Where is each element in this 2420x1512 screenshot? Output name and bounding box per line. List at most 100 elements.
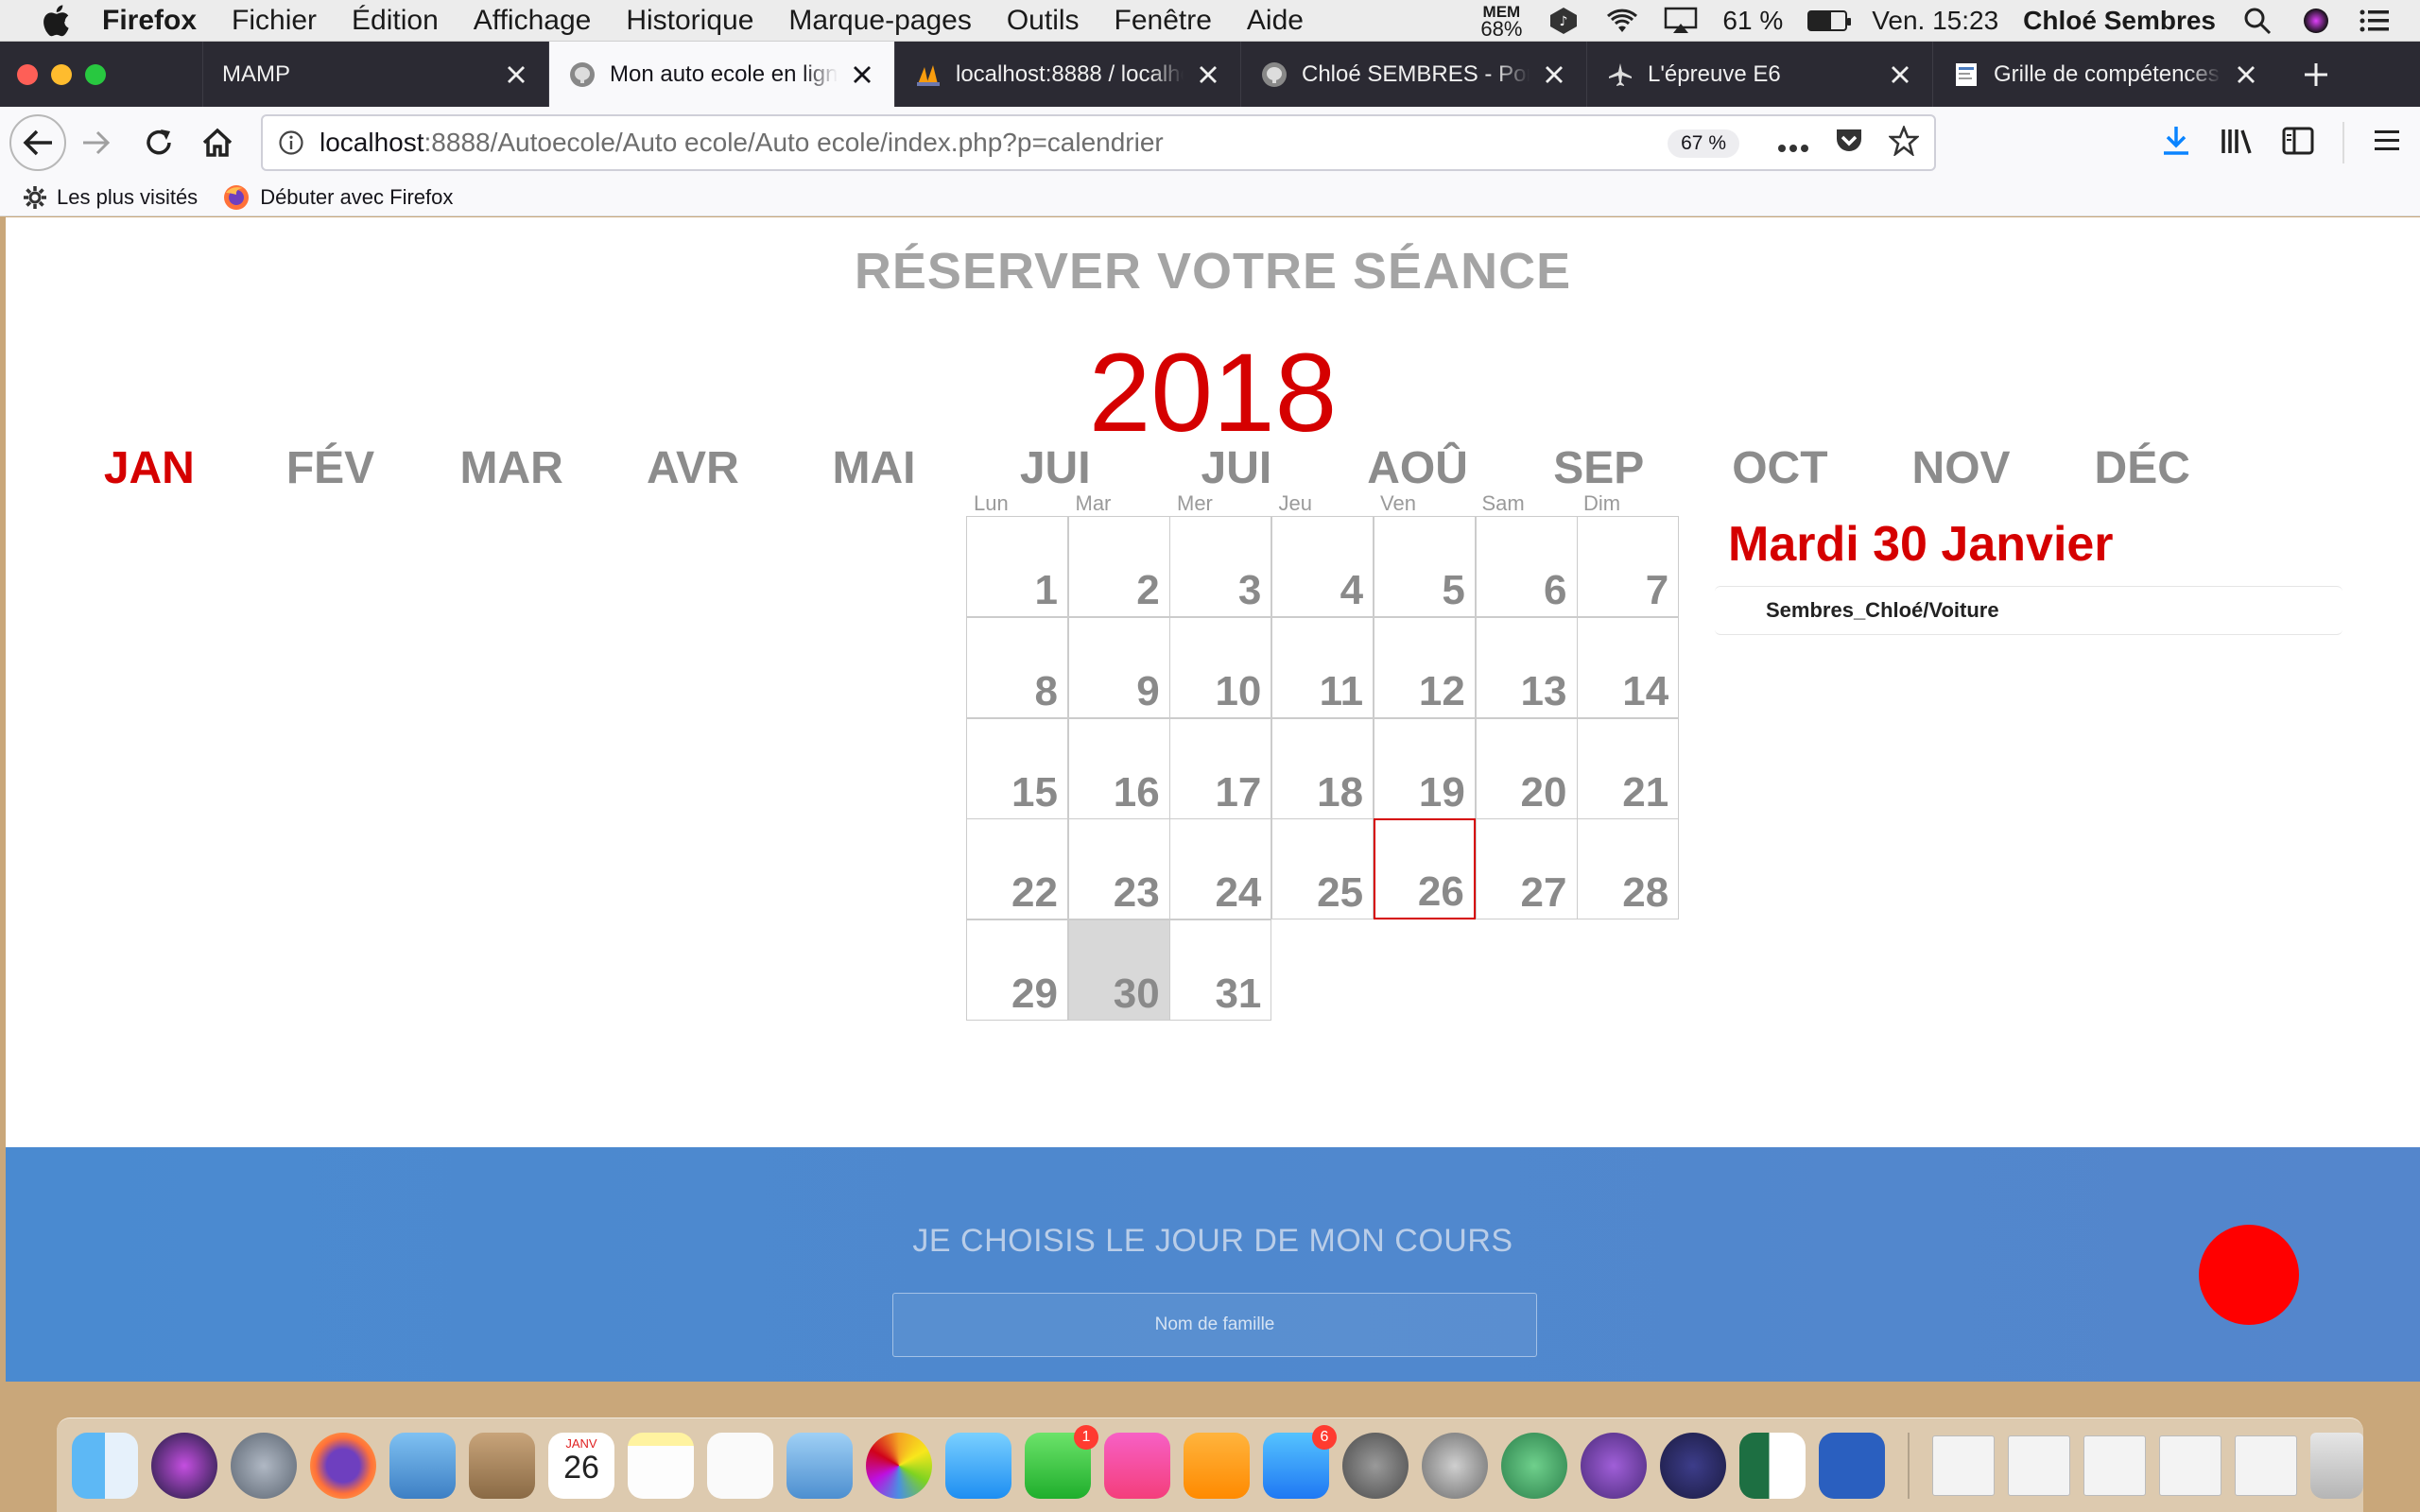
notification-center-icon[interactable] bbox=[2358, 7, 2392, 35]
downloads-icon[interactable] bbox=[2161, 125, 2191, 162]
reservation-list-item[interactable]: Sembres_Chloé/Voiture bbox=[1715, 586, 2342, 635]
reminders-icon[interactable] bbox=[707, 1432, 773, 1499]
menu-aide[interactable]: Aide bbox=[1247, 5, 1304, 37]
clock[interactable]: Ven. 15:23 bbox=[1872, 6, 1998, 36]
bookmark-star-icon[interactable] bbox=[1887, 124, 1921, 163]
bookmark-debuter-avec-firefox[interactable]: Débuter avec Firefox bbox=[222, 183, 453, 212]
mail-icon[interactable] bbox=[389, 1432, 456, 1499]
contacts-icon[interactable] bbox=[469, 1432, 535, 1499]
calendar-day[interactable]: 13 bbox=[1475, 616, 1578, 718]
month-9[interactable]: SEP bbox=[1508, 442, 1689, 494]
month-7[interactable]: JUI bbox=[1146, 442, 1327, 494]
calendar-day[interactable]: 8 bbox=[966, 616, 1068, 718]
recent-document-thumbnail[interactable] bbox=[2158, 1435, 2221, 1496]
finder-icon[interactable] bbox=[72, 1432, 138, 1499]
month-10[interactable]: OCT bbox=[1689, 442, 1871, 494]
launchpad-icon[interactable] bbox=[231, 1432, 297, 1499]
close-tab-icon[interactable] bbox=[1887, 61, 1913, 88]
siri-icon[interactable] bbox=[2299, 7, 2333, 35]
calendar-day[interactable]: 23 bbox=[1067, 818, 1170, 920]
menu-historique[interactable]: Historique bbox=[626, 5, 753, 37]
calendar-day[interactable]: 16 bbox=[1067, 717, 1170, 819]
facetime-icon[interactable]: 1 bbox=[1025, 1424, 1098, 1499]
calendar-year[interactable]: 2018 bbox=[6, 329, 2420, 457]
trash-icon[interactable] bbox=[2310, 1432, 2363, 1499]
dropbox-icon[interactable]: ♪ bbox=[1547, 7, 1581, 35]
new-tab-button[interactable] bbox=[2278, 42, 2354, 107]
close-tab-icon[interactable] bbox=[849, 61, 875, 88]
pocket-icon[interactable] bbox=[1834, 127, 1864, 162]
home-button[interactable] bbox=[191, 116, 244, 169]
close-tab-icon[interactable] bbox=[2233, 61, 2259, 88]
hamburger-menu-icon[interactable] bbox=[2373, 129, 2401, 158]
page-actions-icon[interactable] bbox=[1777, 129, 1809, 160]
url-bar[interactable]: localhost:8888/Autoecole/Auto ecole/Auto… bbox=[261, 114, 1936, 171]
recent-document-thumbnail[interactable] bbox=[2083, 1435, 2146, 1496]
recent-document-thumbnail[interactable] bbox=[1931, 1435, 1995, 1496]
system-preferences-icon[interactable] bbox=[1342, 1432, 1409, 1499]
calendar-day[interactable]: 6 bbox=[1475, 516, 1578, 617]
recent-document-thumbnail[interactable] bbox=[2234, 1435, 2297, 1496]
wifi-icon[interactable] bbox=[1605, 7, 1639, 35]
browser-tab[interactable]: MAMP bbox=[202, 42, 548, 107]
apple-menu-icon[interactable] bbox=[38, 3, 74, 39]
browser-tab[interactable]: L'épreuve E6 bbox=[1586, 42, 1932, 107]
menu-app-name[interactable]: Firefox bbox=[102, 5, 197, 37]
close-tab-icon[interactable] bbox=[1541, 61, 1567, 88]
excel-icon[interactable] bbox=[1739, 1432, 1806, 1499]
menu-marque-pages[interactable]: Marque-pages bbox=[788, 5, 971, 37]
calendar-day[interactable]: 14 bbox=[1577, 616, 1680, 718]
minimize-window-button[interactable] bbox=[51, 63, 72, 85]
close-window-button[interactable] bbox=[17, 63, 38, 85]
notes-icon[interactable] bbox=[628, 1432, 694, 1499]
month-4[interactable]: AVR bbox=[602, 442, 784, 494]
calendar-day[interactable]: 20 bbox=[1475, 717, 1578, 819]
firefox-icon[interactable] bbox=[310, 1432, 376, 1499]
calendar-day[interactable]: 25 bbox=[1271, 818, 1374, 920]
menu-fichier[interactable]: Fichier bbox=[232, 5, 317, 37]
calendar-day[interactable]: 28 bbox=[1577, 818, 1680, 920]
calendar-day[interactable]: 31 bbox=[1169, 919, 1272, 1022]
preview-icon[interactable] bbox=[786, 1432, 853, 1499]
month-8[interactable]: AOÛ bbox=[1327, 442, 1509, 494]
calendar-day[interactable]: 19 bbox=[1373, 717, 1476, 819]
zoom-level-button[interactable]: 67 % bbox=[1668, 129, 1739, 158]
month-12[interactable]: DÉC bbox=[2051, 442, 2233, 494]
close-tab-icon[interactable] bbox=[503, 61, 529, 88]
photos-icon[interactable] bbox=[866, 1432, 932, 1499]
ibooks-icon[interactable] bbox=[1184, 1432, 1250, 1499]
calendar-day[interactable]: 17 bbox=[1169, 717, 1272, 819]
app-store-icon[interactable]: 6 bbox=[1263, 1424, 1337, 1499]
airplay-icon[interactable] bbox=[1664, 7, 1698, 35]
zoom-window-button[interactable] bbox=[85, 63, 106, 85]
library-icon[interactable] bbox=[2220, 127, 2254, 160]
memory-status[interactable]: MEM 68% bbox=[1480, 4, 1522, 40]
lastname-input[interactable]: Nom de famille bbox=[892, 1293, 1537, 1357]
menu-affichage[interactable]: Affichage bbox=[474, 5, 592, 37]
month-2[interactable]: FÉV bbox=[240, 442, 422, 494]
battery-percent[interactable]: 61 % bbox=[1722, 6, 1783, 36]
browser-tab[interactable]: localhost:8888 / localhost bbox=[894, 42, 1240, 107]
back-button[interactable] bbox=[9, 114, 66, 171]
menu-outils[interactable]: Outils bbox=[1007, 5, 1080, 37]
month-3[interactable]: MAR bbox=[421, 442, 602, 494]
calendar-day[interactable]: 9 bbox=[1067, 616, 1170, 718]
calendar-day[interactable]: 26 bbox=[1373, 818, 1476, 920]
brackets-icon[interactable] bbox=[1819, 1432, 1885, 1499]
calendar-day[interactable]: 7 bbox=[1577, 516, 1680, 617]
calendar-day[interactable]: 4 bbox=[1271, 516, 1374, 617]
browser-tab[interactable]: Grille de compétences bbox=[1932, 42, 2278, 107]
calendar-day[interactable]: 10 bbox=[1169, 616, 1272, 718]
calendar-day[interactable]: 29 bbox=[966, 919, 1068, 1022]
eclipse-icon[interactable] bbox=[1660, 1432, 1726, 1499]
month-6[interactable]: JUI bbox=[964, 442, 1146, 494]
reload-button[interactable] bbox=[132, 116, 185, 169]
month-1[interactable]: JAN bbox=[59, 442, 240, 494]
site-info-icon[interactable] bbox=[263, 129, 320, 156]
calendar-day[interactable]: 27 bbox=[1475, 818, 1578, 920]
calendar-day[interactable]: 30 bbox=[1067, 919, 1170, 1022]
calendar-day[interactable]: 5 bbox=[1373, 516, 1476, 617]
close-tab-icon[interactable] bbox=[1195, 61, 1221, 88]
calendar-day[interactable]: 1 bbox=[966, 516, 1068, 617]
month-11[interactable]: NOV bbox=[1871, 442, 2052, 494]
